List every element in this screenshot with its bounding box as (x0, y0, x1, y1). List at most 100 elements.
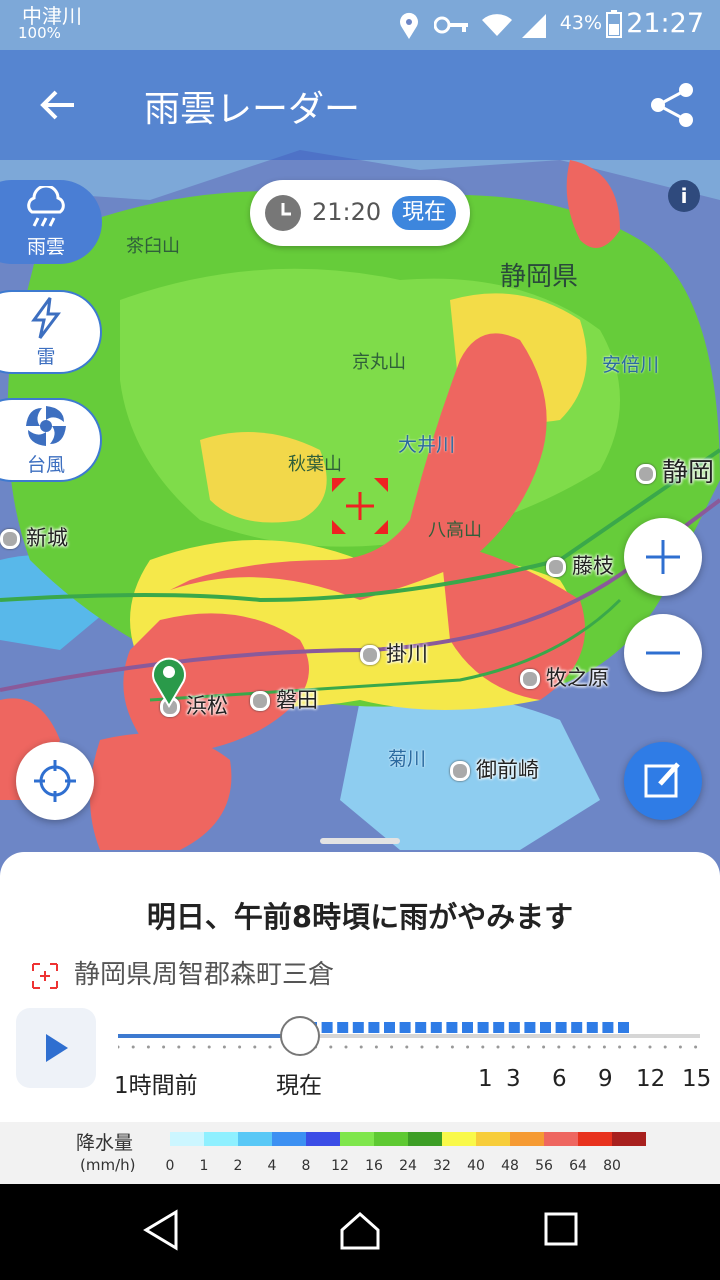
legend-swatch (306, 1132, 340, 1146)
legend-swatch (544, 1132, 578, 1146)
home-nav-icon[interactable] (338, 1208, 382, 1252)
timeline-tick (329, 1045, 333, 1049)
forecast-rain-bar (540, 1022, 551, 1033)
forecast-rain-bar (337, 1022, 349, 1033)
timeline-label: 15 (682, 1066, 712, 1092)
forecast-rain-bar (430, 1022, 442, 1033)
legend-value: 4 (267, 1158, 277, 1174)
forecast-rain-bar (352, 1022, 364, 1033)
zoom-in-button[interactable] (624, 518, 702, 596)
timeline-tick (344, 1045, 348, 1049)
timeline-tick (618, 1045, 622, 1049)
app-bar: 雨雲レーダー (0, 50, 720, 160)
target-icon (34, 760, 76, 802)
rain-cloud-icon (27, 186, 65, 227)
clock: 21:27 (626, 8, 704, 39)
current-location-button[interactable] (16, 742, 94, 820)
forecast-rain-bar (321, 1022, 333, 1033)
thunder-button[interactable]: 雷 (0, 290, 102, 374)
zoom-out-button[interactable] (624, 614, 702, 692)
legend-value: 16 (365, 1158, 383, 1174)
timeline-tick (435, 1045, 439, 1049)
share-icon[interactable] (650, 82, 696, 128)
rain-cloud-button[interactable]: 雨雲 (0, 180, 102, 264)
city-label[interactable]: 御前崎 (450, 754, 539, 784)
timeline-tick (587, 1045, 591, 1049)
android-nav-bar (0, 1184, 720, 1280)
timeline-tick (405, 1045, 409, 1049)
timeline-tick (222, 1045, 226, 1049)
timeline-tick (450, 1045, 454, 1049)
timeline-tick (602, 1045, 606, 1049)
mountain-label: 茶臼山 (126, 236, 180, 257)
timeline-tick (694, 1045, 698, 1049)
city-label[interactable]: 新城 (0, 522, 68, 552)
timeline-tick (496, 1045, 500, 1049)
legend-title: 降水量 (76, 1132, 134, 1154)
back-nav-icon[interactable] (140, 1208, 184, 1252)
typhoon-button[interactable]: 台風 (0, 398, 102, 482)
city-label[interactable]: 藤枝 (546, 550, 614, 580)
recents-nav-icon[interactable] (542, 1208, 582, 1252)
edit-icon (644, 762, 680, 798)
forecast-rain-bar (508, 1022, 520, 1033)
forecast-sheet: 明日、午前8時頃に雨がやみます 静岡県周智郡森町三倉 1時間前 現在 1 3 6… (0, 852, 720, 1122)
legend-swatch (170, 1132, 204, 1146)
forecast-rain-bar (493, 1022, 505, 1033)
timeline-tick (511, 1045, 515, 1049)
key-icon (434, 16, 468, 34)
city-label[interactable]: 掛川 (360, 638, 428, 668)
precipitation-legend: 降水量 (mm/h) 0 1 2 4 8 12 16 24 32 40 48 56 64 80 (0, 1122, 720, 1184)
legend-swatch (578, 1132, 612, 1146)
info-icon[interactable]: i (668, 180, 700, 212)
time-indicator[interactable]: 21:20 現在 (250, 180, 470, 246)
crosshair-icon (332, 478, 388, 534)
timeline-tick (572, 1045, 576, 1049)
typhoon-icon (26, 406, 66, 446)
timeline-label: 3 (506, 1066, 521, 1092)
play-icon (46, 1034, 68, 1062)
legend-swatch (238, 1132, 272, 1146)
edit-button[interactable] (624, 742, 702, 820)
timeline-label: 9 (598, 1066, 613, 1092)
timeline-tick (146, 1045, 150, 1049)
city-label[interactable]: 磐田 (250, 684, 318, 714)
back-arrow-icon[interactable] (34, 80, 84, 130)
legend-swatch (476, 1132, 510, 1146)
city-label[interactable]: 静岡 (636, 452, 714, 489)
page-title: 雨雲レーダー (144, 89, 361, 130)
city-label[interactable]: 牧之原 (520, 662, 609, 692)
forecast-rain-bar (602, 1022, 614, 1033)
mountain-label: 八高山 (428, 520, 482, 541)
play-button[interactable] (16, 1008, 96, 1088)
forecast-rain-bar (415, 1022, 427, 1033)
timeline-label: 現在 (276, 1073, 322, 1099)
legend-swatch (272, 1132, 306, 1146)
location-row[interactable]: 静岡県周智郡森町三倉 (32, 954, 334, 991)
timeline-slider-thumb[interactable] (280, 1016, 320, 1056)
legend-swatch (374, 1132, 408, 1146)
legend-swatch (340, 1132, 374, 1146)
rain-cloud-label: 雨雲 (26, 236, 65, 258)
timeline-tick (374, 1045, 378, 1049)
crosshair-icon (32, 962, 58, 989)
timeline-tick (390, 1045, 394, 1049)
forecast-rain-bar (477, 1022, 489, 1033)
timeline-tick (268, 1045, 272, 1049)
legend-value: 48 (501, 1158, 519, 1174)
clock-icon (265, 195, 301, 231)
timeline-label: 6 (552, 1066, 567, 1092)
timeline-tick (177, 1045, 181, 1049)
timeline-tick (253, 1045, 257, 1049)
legend-value: 8 (301, 1158, 311, 1174)
timeline-tick (131, 1045, 135, 1049)
legend-value: 24 (399, 1158, 417, 1174)
forecast-rain-bar (571, 1022, 583, 1033)
legend-value: 56 (535, 1158, 553, 1174)
timeline-tick (678, 1045, 682, 1049)
forecast-rain-bar (399, 1022, 411, 1033)
legend-value: 1 (199, 1158, 209, 1174)
timeline-tick (481, 1045, 485, 1049)
sheet-drag-handle[interactable] (320, 838, 400, 844)
legend-value: 2 (233, 1158, 243, 1174)
